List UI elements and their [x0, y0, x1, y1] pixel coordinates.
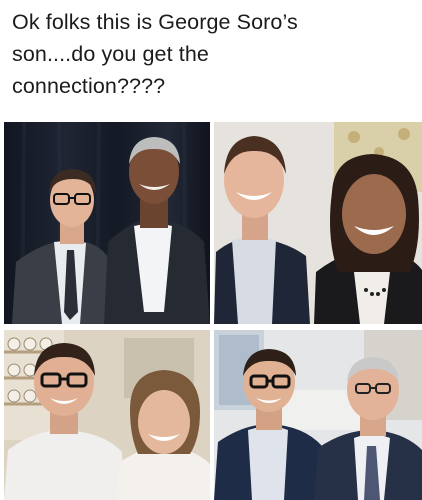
photo-2: [214, 122, 422, 324]
post-caption: Ok folks this is George Soro’s son....do…: [12, 10, 298, 98]
photo-3: [4, 330, 210, 500]
photo-4: [214, 330, 422, 500]
photo-1: [4, 122, 210, 324]
